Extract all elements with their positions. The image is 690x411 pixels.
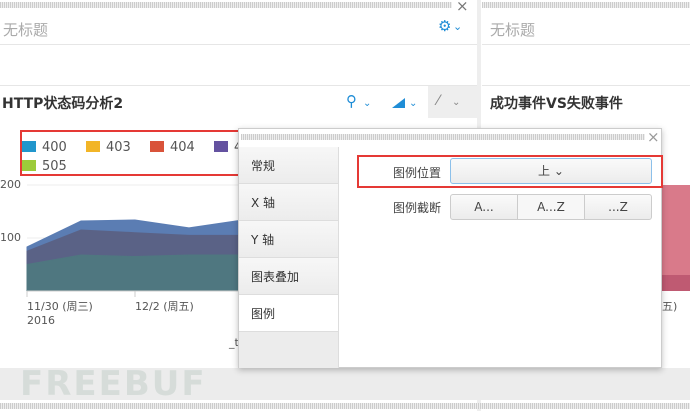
right-panel-title-input[interactable]: 无标题	[490, 19, 535, 40]
right-area-chart	[662, 185, 690, 275]
area-series-inner	[26, 254, 240, 292]
bottom-drag-handle[interactable]	[0, 403, 690, 409]
legend-item[interactable]: 505	[22, 159, 67, 174]
x-tick: 11/30 (周三)	[27, 300, 93, 313]
truncate-middle-button[interactable]: A...Z	[517, 194, 585, 220]
dialog-close-icon[interactable]: ×	[647, 128, 660, 146]
dialog-tabs: 常规 X 轴Y 轴图表叠加 图例	[239, 147, 339, 368]
dialog-drag-handle[interactable]	[241, 134, 645, 140]
legend-label: 400	[42, 140, 67, 155]
legend-swatch	[22, 160, 36, 171]
paintbrush-icon: ⁄	[437, 93, 440, 109]
legend-swatch	[86, 141, 100, 152]
legend-label: 505	[42, 159, 67, 174]
chart-title: HTTP状态码分析2	[2, 96, 124, 112]
format-button[interactable]: ⁄ ⌄	[428, 86, 477, 118]
chevron-down-icon: ⌄	[363, 98, 372, 109]
watermark: FREEBUF	[20, 364, 207, 404]
dialog-tab[interactable]: 图例	[239, 295, 338, 332]
y-tick: 200	[0, 178, 21, 191]
left-panel-close-icon[interactable]: ×	[456, 0, 469, 15]
chevron-down-icon: ⌄	[452, 97, 461, 108]
legend-swatch	[214, 141, 228, 152]
legend-truncate-label: 图例截断	[392, 201, 441, 215]
chevron-down-icon: ⌄	[553, 164, 564, 178]
dialog-tab[interactable]: Y 轴	[239, 221, 338, 258]
right-x-tick: 五)	[662, 300, 678, 313]
legend: 4004034044505	[20, 130, 244, 176]
x-tick: 12/2 (周五)	[135, 300, 194, 313]
right-panel-drag-handle[interactable]	[482, 2, 690, 8]
dialog-tab[interactable]: 图表叠加	[239, 258, 338, 295]
chevron-down-icon: ⌄	[409, 98, 418, 109]
format-dialog: × 常规 X 轴Y 轴图表叠加 图例 图例位置 上 ⌄ 图例截断 A... A...…	[238, 128, 663, 368]
right-area-band	[662, 275, 690, 291]
legend-swatch	[22, 141, 36, 152]
legend-position-dropdown[interactable]: 上 ⌄	[450, 158, 652, 184]
dialog-tab[interactable]: X 轴	[239, 184, 338, 221]
right-chart-title: 成功事件VS失败事件	[490, 96, 623, 112]
dialog-tab[interactable]: 常规	[239, 147, 338, 184]
search-icon[interactable]: ⚲	[346, 92, 357, 110]
left-panel-title-input[interactable]: 无标题	[3, 19, 48, 40]
legend-item[interactable]: 404	[150, 140, 195, 155]
left-panel-drag-handle[interactable]	[0, 2, 452, 8]
legend-label: 403	[106, 140, 131, 155]
legend-item[interactable]: 400	[22, 140, 67, 155]
truncate-start-button[interactable]: ...Z	[584, 194, 652, 220]
legend-label: 404	[170, 140, 195, 155]
chevron-down-icon[interactable]: ⌄	[453, 20, 462, 33]
chart-type-icon[interactable]	[392, 98, 405, 108]
x-year: 2016	[27, 314, 55, 327]
truncate-end-button[interactable]: A...	[450, 194, 518, 220]
gear-icon[interactable]: ⚙	[438, 17, 451, 35]
legend-item[interactable]: 403	[86, 140, 131, 155]
y-tick: 100	[0, 231, 21, 244]
legend-swatch	[150, 141, 164, 152]
legend-position-label: 图例位置	[392, 166, 441, 180]
